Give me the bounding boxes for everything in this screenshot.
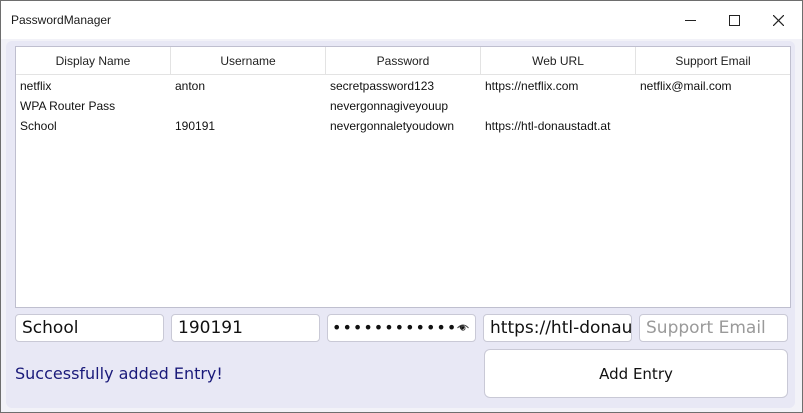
table-row[interactable]: School 190191 nevergonnaletyoudown https… xyxy=(16,116,790,136)
maximize-button[interactable] xyxy=(712,1,756,39)
cell-username: anton xyxy=(175,79,206,93)
support-email-placeholder: Support Email xyxy=(646,318,766,338)
status-message: Successfully added Entry! xyxy=(15,364,223,383)
window-title: PasswordManager xyxy=(11,13,112,27)
cell-display-name: WPA Router Pass xyxy=(20,99,116,113)
cell-web-url xyxy=(481,96,636,116)
cell-password: secretpassword123 xyxy=(330,79,435,93)
cell-password: nevergonnagiveyouup xyxy=(330,99,449,113)
maximize-icon xyxy=(728,14,740,26)
cell-web-url: https://htl-donaustadt.at xyxy=(485,119,611,133)
app-window: PasswordManager Display Name Username Pa… xyxy=(0,0,803,413)
cell-username: 190191 xyxy=(175,119,216,133)
password-input[interactable]: ••••••••••••• xyxy=(327,314,476,342)
minimize-button[interactable] xyxy=(668,1,712,39)
cell-display-name: School xyxy=(20,119,57,133)
password-masked-value: ••••••••••••• xyxy=(332,318,468,337)
support-email-input[interactable]: Support Email xyxy=(639,314,788,342)
display-name-input[interactable]: School xyxy=(15,314,164,342)
column-header-support-email[interactable]: Support Email xyxy=(636,47,790,74)
entries-table[interactable]: Display Name Username Password Web URL S… xyxy=(15,46,791,308)
add-entry-button[interactable]: Add Entry xyxy=(484,349,788,398)
username-input[interactable]: 190191 xyxy=(171,314,320,342)
cell-support-email xyxy=(636,116,790,136)
close-button[interactable] xyxy=(756,1,800,39)
web-url-input[interactable]: https://htl-donaust xyxy=(483,314,632,342)
cell-support-email xyxy=(636,96,790,116)
table-row[interactable]: WPA Router Pass nevergonnagiveyouup xyxy=(16,96,790,116)
close-icon xyxy=(772,14,784,26)
table-header: Display Name Username Password Web URL S… xyxy=(16,47,790,75)
cell-username xyxy=(171,96,326,116)
cell-support-email: netflix@mail.com xyxy=(640,79,732,93)
table-row[interactable]: netflix anton secretpassword123 https://… xyxy=(16,76,790,96)
column-header-username[interactable]: Username xyxy=(171,47,326,74)
column-header-display-name[interactable]: Display Name xyxy=(16,47,171,74)
minimize-icon xyxy=(684,19,696,21)
cell-display-name: netflix xyxy=(20,79,52,93)
column-header-web-url[interactable]: Web URL xyxy=(481,47,636,74)
column-header-password[interactable]: Password xyxy=(326,47,481,74)
show-password-icon[interactable] xyxy=(457,323,469,332)
cell-password: nevergonnaletyoudown xyxy=(330,119,455,133)
cell-web-url: https://netflix.com xyxy=(485,79,579,93)
title-bar: PasswordManager xyxy=(1,1,802,39)
